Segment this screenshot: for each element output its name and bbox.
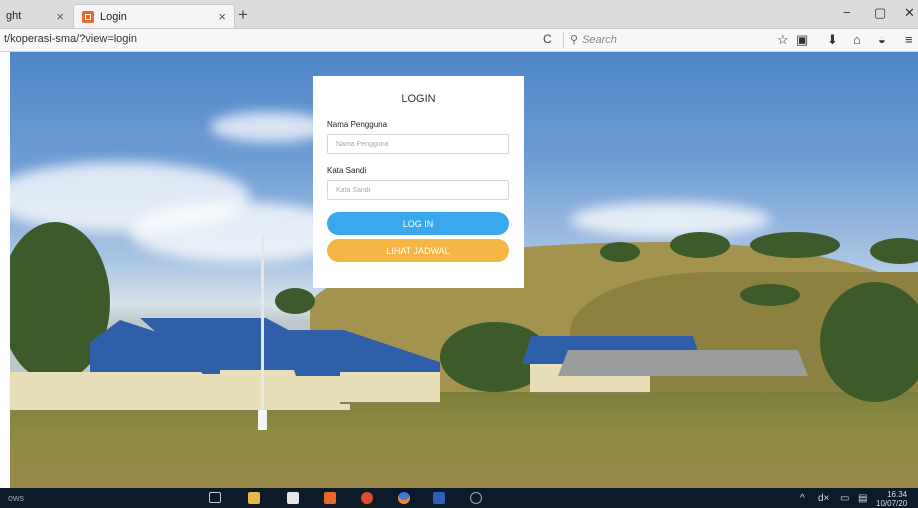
- tree: [750, 232, 840, 258]
- username-input[interactable]: [327, 134, 509, 154]
- xampp-icon[interactable]: [324, 492, 336, 504]
- home-icon[interactable]: ⌂: [853, 32, 861, 47]
- username-label: Nama Pengguna: [327, 120, 388, 129]
- building-wall: [10, 372, 240, 412]
- tree: [275, 288, 315, 314]
- password-input[interactable]: [327, 180, 509, 200]
- new-tab-button[interactable]: +: [238, 5, 248, 25]
- close-icon[interactable]: ×: [218, 9, 226, 24]
- minimize-button[interactable]: −: [843, 5, 851, 20]
- cloud: [210, 112, 330, 142]
- download-icon[interactable]: ⬇: [827, 32, 838, 48]
- login-button[interactable]: LOG IN: [327, 212, 509, 235]
- activate-windows-text: ows: [8, 493, 25, 503]
- star-icon[interactable]: ☆: [777, 32, 789, 48]
- building-wall: [340, 372, 440, 404]
- tree: [670, 232, 730, 258]
- close-window-button[interactable]: ✕: [904, 5, 915, 21]
- chrome-icon[interactable]: [361, 492, 373, 504]
- tab-previous[interactable]: ght ×: [0, 4, 72, 28]
- tab-login[interactable]: Login ×: [73, 4, 235, 28]
- flagpole: [261, 234, 264, 429]
- view-schedule-button[interactable]: LIHAT JADWAL: [327, 239, 509, 262]
- task-view-icon[interactable]: [209, 492, 221, 503]
- password-label: Kata Sandi: [327, 166, 367, 175]
- address-bar[interactable]: t/koperasi-sma/?view=login: [4, 33, 137, 45]
- tab-label: Login: [100, 10, 127, 23]
- favicon-icon: [82, 10, 94, 23]
- tab-strip: ght × Login × + − ▢ ✕: [0, 0, 918, 29]
- firefox-icon[interactable]: [398, 492, 410, 504]
- notification-icon[interactable]: ▤: [858, 493, 867, 504]
- reload-button[interactable]: C: [543, 32, 552, 46]
- volume-muted-icon[interactable]: d×: [818, 493, 829, 504]
- tree: [600, 242, 640, 262]
- battery-icon[interactable]: ▭: [840, 493, 849, 504]
- navigation-bar: t/koperasi-sma/?view=login C ⚲ Search ☆ …: [0, 29, 918, 52]
- search-icon: ⚲: [570, 34, 579, 46]
- search-placeholder: Search: [582, 33, 617, 46]
- search-box[interactable]: ⚲ Search: [570, 31, 762, 48]
- clock-date: 10/07/20: [876, 499, 908, 508]
- flagpole-base: [258, 410, 267, 430]
- shed-roof: [558, 350, 808, 376]
- reading-list-icon[interactable]: ▣: [796, 32, 808, 48]
- divider: [563, 32, 564, 48]
- cloud: [570, 202, 770, 237]
- clock-time: 16.34: [887, 490, 908, 499]
- app-icon[interactable]: [470, 492, 482, 504]
- taskbar: ows ^ d× ▭ ▤ 16.34 10/07/20: [0, 488, 918, 508]
- file-explorer-icon[interactable]: [248, 492, 260, 504]
- menu-icon[interactable]: ≡: [905, 32, 913, 47]
- tree: [870, 238, 918, 264]
- login-title: LOGIN: [401, 93, 436, 105]
- tray-chevron-icon[interactable]: ^: [800, 493, 805, 504]
- clock[interactable]: 16.34 10/07/20: [876, 490, 907, 508]
- pocket-icon[interactable]: ◒: [878, 32, 886, 47]
- tree: [740, 284, 800, 306]
- camera-icon[interactable]: [287, 492, 299, 504]
- building-wall: [220, 370, 350, 412]
- close-icon[interactable]: ×: [56, 9, 64, 24]
- maximize-button[interactable]: ▢: [874, 5, 886, 21]
- login-card: LOGIN Nama Pengguna Kata Sandi LOG IN LI…: [313, 76, 524, 288]
- tab-label: ght: [6, 10, 22, 22]
- word-icon[interactable]: [433, 492, 445, 504]
